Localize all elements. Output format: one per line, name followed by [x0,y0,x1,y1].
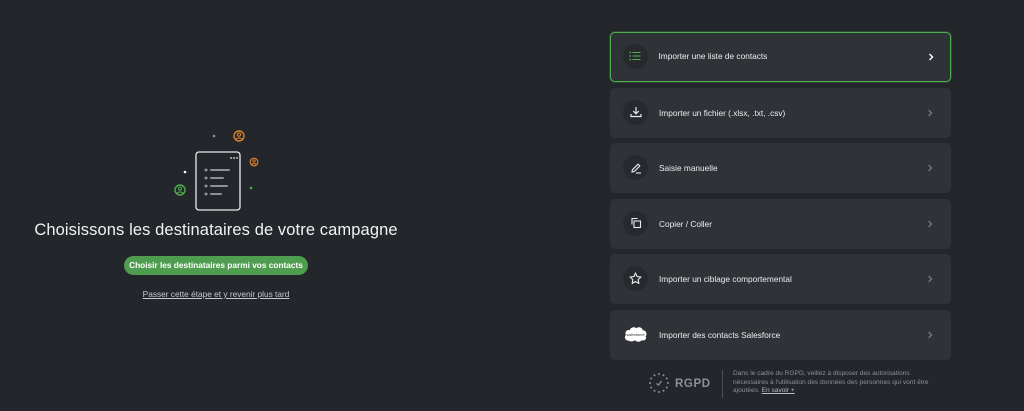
divider [722,370,723,398]
rgpd-notice: RGPD Dans le cadre du RGPD, veillez à di… [648,368,948,400]
copy-icon [623,210,648,236]
chevron-right-icon [926,52,936,62]
option-label: Copier / Coller [659,218,713,229]
option-import-contact-list[interactable]: Importer une liste de contacts [610,32,951,82]
option-label: Importer un fichier (.xlsx, .txt, .csv) [659,107,786,118]
rgpd-logo-text: RGPD [675,378,711,390]
svg-text:salesforce: salesforce [626,332,645,337]
download-icon [623,99,648,125]
option-label: Importer un ciblage comportemental [659,274,792,284]
rgpd-logo: RGPD [648,372,718,394]
recipients-intro: Choisissons les destinataires de votre c… [0,0,432,411]
chevron-right-icon [925,163,935,173]
option-behavioral-targeting[interactable]: Importer un ciblage comportemental [610,254,951,304]
option-salesforce-import[interactable]: salesforce Importer des contacts Salesfo… [610,309,951,360]
list-icon [622,43,648,69]
star-icon [623,266,648,291]
import-options-list: Importer une liste de contacts Importer … [610,32,951,365]
option-label: Importer une liste de contacts [658,51,768,61]
rgpd-note: Dans le cadre du RGPD, veillez à dispose… [733,370,933,396]
salesforce-icon: salesforce [623,322,648,347]
contacts-list-illustration [174,130,259,211]
option-copy-paste[interactable]: Copier / Coller [610,198,951,249]
learn-more-link[interactable]: En savoir + [762,387,795,394]
option-import-file[interactable]: Importer un fichier (.xlsx, .txt, .csv) [610,87,951,138]
chevron-right-icon [925,274,935,284]
chevron-right-icon [925,330,935,340]
skip-step-link[interactable]: Passer cette étape et y revenir plus tar… [0,289,432,299]
eu-stars-icon [649,373,669,393]
pencil-icon [623,155,648,180]
option-label: Importer des contacts Salesforce [659,329,781,340]
option-manual-entry[interactable]: Saisie manuelle [610,143,951,193]
option-label: Saisie manuelle [659,163,718,173]
choose-from-contacts-button[interactable]: Choisir les destinataires parmi vos cont… [124,256,308,275]
chevron-right-icon [925,219,935,229]
page-title: Choisissons les destinataires de votre c… [34,221,398,239]
chevron-right-icon [925,108,935,118]
